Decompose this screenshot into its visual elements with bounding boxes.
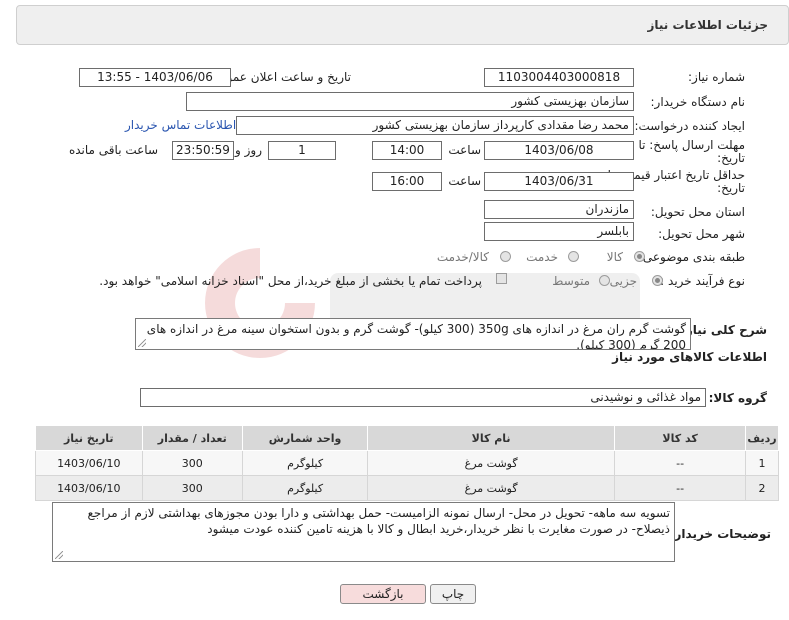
goods-group-field: مواد غذائی و نوشیدنی [140, 388, 706, 407]
description-text: گوشت گرم ران مرغ در اندازه های 350g (300… [146, 322, 686, 350]
remaining-time-field: 23:50:59 [172, 141, 234, 160]
cell-need-date: 1403/06/10 [35, 475, 143, 501]
cell-goods-name: گوشت مرغ [367, 475, 616, 501]
process-type-label: نوع فرآیند خرید : [660, 274, 745, 288]
process-radio-minor[interactable] [652, 275, 663, 286]
page-title: جزئیات اطلاعات نیاز [647, 18, 768, 32]
reply-deadline-label: مهلت ارسال پاسخ: تا [638, 138, 745, 152]
buyer-contact-link[interactable]: اطلاعات تماس خریدار [125, 118, 236, 132]
reply-deadline-label-date: تاریخ: [717, 151, 745, 165]
category-option-goods: کالا [606, 250, 623, 264]
header-panel: جزئیات اطلاعات نیاز [16, 5, 789, 45]
category-label: طبقه بندی موضوعی: [638, 250, 745, 264]
goods-group-label: گروه کالا: [708, 391, 767, 405]
requester-field: محمد رضا مقدادی کارپرداز سازمان بهزیستی … [236, 116, 634, 135]
validity-time-label: ساعت [448, 174, 481, 188]
category-radio-goods[interactable] [634, 251, 645, 262]
resize-grip-icon[interactable] [55, 551, 63, 559]
requester-label: ایجاد کننده درخواست: [634, 119, 745, 133]
validity-date-field: 1403/06/31 [484, 172, 634, 191]
watermark-logo [205, 248, 640, 358]
col-row-number: ردیف [745, 425, 779, 451]
cell-need-date: 1403/06/10 [35, 450, 143, 476]
cell-unit: کیلوگرم [242, 475, 369, 501]
goods-table: ردیف کد کالا نام کالا واحد شمارش تعداد /… [35, 425, 779, 501]
process-option-minor: جزیی [609, 274, 637, 288]
cell-unit: کیلوگرم [242, 450, 369, 476]
province-field: مازندران [484, 200, 634, 219]
cell-quantity: 300 [141, 450, 244, 476]
back-button[interactable]: بازگشت [340, 584, 426, 604]
validity-time-field: 16:00 [372, 172, 442, 191]
process-option-medium: متوسط [552, 274, 590, 288]
description-textarea: گوشت گرم ران مرغ در اندازه های 350g (300… [135, 318, 691, 350]
col-need-date: تاریخ نیاز [35, 425, 143, 451]
buyer-org-label: نام دستگاه خریدار: [650, 95, 746, 109]
table-header-row: ردیف کد کالا نام کالا واحد شمارش تعداد /… [35, 425, 779, 451]
announce-datetime-field: 1403/06/06 - 13:55 [79, 68, 231, 87]
need-number-field: 1103004403000818 [484, 68, 634, 87]
description-label: شرح کلی نیاز: [681, 323, 767, 337]
buyer-notes-textarea: تسویه سه ماهه- تحویل در محل- ارسال نمونه… [52, 502, 675, 562]
category-option-goods-service: کالا/خدمت [436, 250, 489, 264]
treasury-note: پرداخت تمام یا بخشی از مبلغ خرید،از محل … [99, 274, 482, 288]
buyer-org-field: سازمان بهزیستی کشور [186, 92, 634, 111]
cell-row-number: 2 [745, 475, 779, 501]
cell-goods-code: -- [614, 450, 747, 476]
resize-grip-icon[interactable] [138, 339, 146, 347]
province-label: استان محل تحویل: [650, 205, 745, 219]
col-unit: واحد شمارش [242, 425, 369, 451]
table-row: 1 -- گوشت مرغ کیلوگرم 300 1403/06/10 [35, 450, 779, 476]
remaining-label: ساعت باقی مانده [68, 143, 158, 157]
col-goods-code: کد کالا [614, 425, 747, 451]
cell-quantity: 300 [141, 475, 244, 501]
process-radio-medium[interactable] [599, 275, 610, 286]
cell-goods-code: -- [614, 475, 747, 501]
treasury-checkbox[interactable] [496, 273, 507, 284]
buyer-notes-text: تسویه سه ماهه- تحویل در محل- ارسال نمونه… [87, 506, 670, 536]
col-quantity: تعداد / مقدار [141, 425, 244, 451]
category-radio-goods-service[interactable] [500, 251, 511, 262]
col-goods-name: نام کالا [367, 425, 616, 451]
price-validity-label-date: تاریخ: [717, 181, 745, 195]
table-row: 2 -- گوشت مرغ کیلوگرم 300 1403/06/10 [35, 475, 779, 501]
reply-time-field: 14:00 [372, 141, 442, 160]
reply-time-label: ساعت [448, 143, 481, 157]
buyer-notes-label: توضیحات خریدار: [669, 527, 771, 541]
need-number-label: شماره نیاز: [688, 70, 745, 84]
goods-info-title: اطلاعات کالاهای مورد نیاز [612, 350, 767, 364]
reply-days-field: 1 [268, 141, 336, 160]
reply-date-field: 1403/06/08 [484, 141, 634, 160]
days-label: روز و [235, 143, 262, 157]
cell-goods-name: گوشت مرغ [367, 450, 616, 476]
category-radio-service[interactable] [568, 251, 579, 262]
cell-row-number: 1 [745, 450, 779, 476]
city-label: شهر محل تحویل: [658, 227, 745, 241]
city-field: بابلسر [484, 222, 634, 241]
print-button[interactable]: چاپ [430, 584, 476, 604]
category-option-service: خدمت [526, 250, 558, 264]
